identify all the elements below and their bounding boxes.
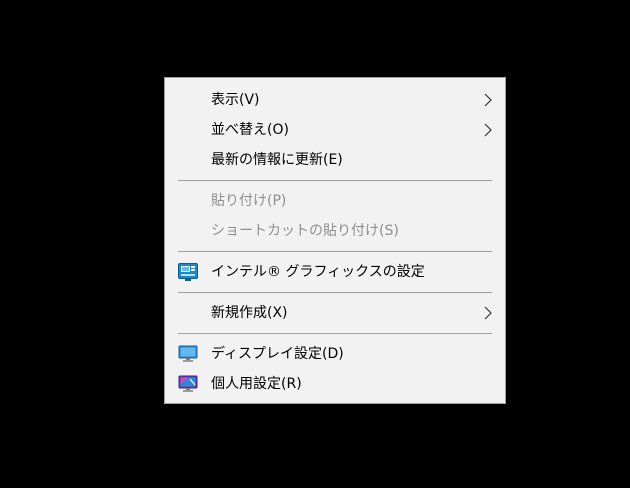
menu-item-personalize[interactable]: 個人用設定(R) xyxy=(165,369,505,399)
menu-separator xyxy=(178,292,492,293)
chevron-right-icon xyxy=(484,93,492,107)
menu-item-personalize-label: 個人用設定(R) xyxy=(211,376,302,392)
menu-separator xyxy=(178,333,492,334)
desktop-background: 表示(V) 並べ替え(O) 最新の情報に更新(E) 貼り付け(P) ショートカッ… xyxy=(0,0,630,488)
menu-item-view[interactable]: 表示(V) xyxy=(165,85,505,115)
menu-separator xyxy=(178,251,492,252)
display-settings-icon xyxy=(178,345,198,362)
menu-separator xyxy=(178,180,492,181)
menu-item-display-settings[interactable]: ディスプレイ設定(D) xyxy=(165,339,505,369)
personalize-icon xyxy=(178,375,198,392)
chevron-right-icon xyxy=(484,306,492,320)
menu-item-refresh-label: 最新の情報に更新(E) xyxy=(211,152,343,168)
menu-item-display-settings-label: ディスプレイ設定(D) xyxy=(211,346,344,362)
intel-graphics-icon xyxy=(178,263,198,281)
desktop-context-menu: 表示(V) 並べ替え(O) 最新の情報に更新(E) 貼り付け(P) ショートカッ… xyxy=(164,77,506,404)
menu-item-new[interactable]: 新規作成(X) xyxy=(165,298,505,328)
menu-item-intel-graphics-label: インテル® グラフィックスの設定 xyxy=(211,264,425,280)
menu-item-sort[interactable]: 並べ替え(O) xyxy=(165,115,505,145)
menu-item-paste-label: 貼り付け(P) xyxy=(211,193,287,209)
menu-item-refresh[interactable]: 最新の情報に更新(E) xyxy=(165,145,505,175)
menu-item-new-label: 新規作成(X) xyxy=(211,305,288,321)
menu-item-view-label: 表示(V) xyxy=(211,92,260,108)
menu-item-paste-shortcut: ショートカットの貼り付け(S) xyxy=(165,216,505,246)
menu-item-paste-shortcut-label: ショートカットの貼り付け(S) xyxy=(211,223,399,239)
menu-item-sort-label: 並べ替え(O) xyxy=(211,122,289,138)
menu-item-intel-graphics[interactable]: インテル® グラフィックスの設定 xyxy=(165,257,505,287)
menu-item-paste: 貼り付け(P) xyxy=(165,186,505,216)
chevron-right-icon xyxy=(484,123,492,137)
